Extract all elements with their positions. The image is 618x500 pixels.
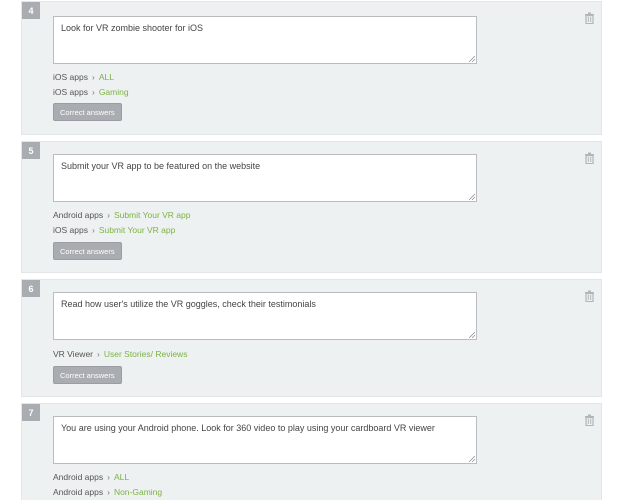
correct-answers-button[interactable]: Correct answers xyxy=(53,366,122,384)
category-path: Android apps › ALL xyxy=(53,472,129,482)
category-path: Android apps › Non-Gaming xyxy=(53,487,162,497)
category-path: Android apps › Submit Your VR app xyxy=(53,210,191,220)
category-parent: Android apps xyxy=(53,472,104,482)
category-parent: iOS apps xyxy=(53,225,88,235)
question-number: 7 xyxy=(22,404,40,421)
answer-text: You are using your Android phone. Look f… xyxy=(61,423,435,433)
chevron-right-icon: › xyxy=(107,210,110,220)
question-number: 5 xyxy=(22,142,40,159)
category-path: iOS apps › Gaming xyxy=(53,87,129,97)
chevron-right-icon: › xyxy=(91,225,95,235)
category-parent: Android apps xyxy=(53,487,104,497)
chevron-right-icon: › xyxy=(91,87,95,97)
correct-answers-button[interactable]: Correct answers xyxy=(53,103,122,121)
answer-text: Read how user's utilize the VR goggles, … xyxy=(61,299,316,309)
answer-textarea[interactable]: You are using your Android phone. Look f… xyxy=(53,416,477,464)
category-parent: Android apps xyxy=(53,210,104,220)
correct-answers-button[interactable]: Correct answers xyxy=(53,242,122,260)
category-link[interactable]: Gaming xyxy=(99,87,129,97)
question-card-7: 7 You are using your Android phone. Look… xyxy=(21,403,602,500)
trash-icon[interactable] xyxy=(584,12,595,24)
category-link[interactable]: Non-Gaming xyxy=(114,487,162,497)
question-number: 6 xyxy=(22,280,40,297)
category-path: iOS apps › ALL xyxy=(53,72,114,82)
category-link[interactable]: ALL xyxy=(99,72,114,82)
answer-textarea[interactable]: Read how user's utilize the VR goggles, … xyxy=(53,292,477,340)
chevron-right-icon: › xyxy=(107,472,110,482)
chevron-right-icon: › xyxy=(97,349,100,359)
answer-textarea[interactable]: Look for VR zombie shooter for iOS xyxy=(53,16,477,64)
category-path: iOS apps › Submit Your VR app xyxy=(53,225,175,235)
trash-icon[interactable] xyxy=(584,290,595,302)
question-card-6: 6 Read how user's utilize the VR goggles… xyxy=(21,279,602,397)
answer-text: Submit your VR app to be featured on the… xyxy=(61,161,261,171)
category-link[interactable]: ALL xyxy=(114,472,129,482)
category-path: VR Viewer › User Stories/ Reviews xyxy=(53,349,187,359)
question-card-4: 4 Look for VR zombie shooter for iOS iOS… xyxy=(21,1,602,135)
answer-textarea[interactable]: Submit your VR app to be featured on the… xyxy=(53,154,477,202)
category-link[interactable]: Submit Your VR app xyxy=(99,225,176,235)
resize-grip-icon[interactable] xyxy=(469,194,475,200)
trash-icon[interactable] xyxy=(584,414,595,426)
category-parent: VR Viewer xyxy=(53,349,93,359)
trash-icon[interactable] xyxy=(584,152,595,164)
question-number: 4 xyxy=(22,2,40,19)
category-link[interactable]: User Stories/ Reviews xyxy=(104,349,188,359)
category-parent: iOS apps xyxy=(53,72,88,82)
resize-grip-icon[interactable] xyxy=(469,56,475,62)
chevron-right-icon: › xyxy=(91,72,95,82)
category-parent: iOS apps xyxy=(53,87,88,97)
chevron-right-icon: › xyxy=(107,487,110,497)
question-card-5: 5 Submit your VR app to be featured on t… xyxy=(21,141,602,273)
answer-text: Look for VR zombie shooter for iOS xyxy=(61,23,204,33)
resize-grip-icon[interactable] xyxy=(469,332,475,338)
resize-grip-icon[interactable] xyxy=(469,456,475,462)
category-link[interactable]: Submit Your VR app xyxy=(114,210,191,220)
